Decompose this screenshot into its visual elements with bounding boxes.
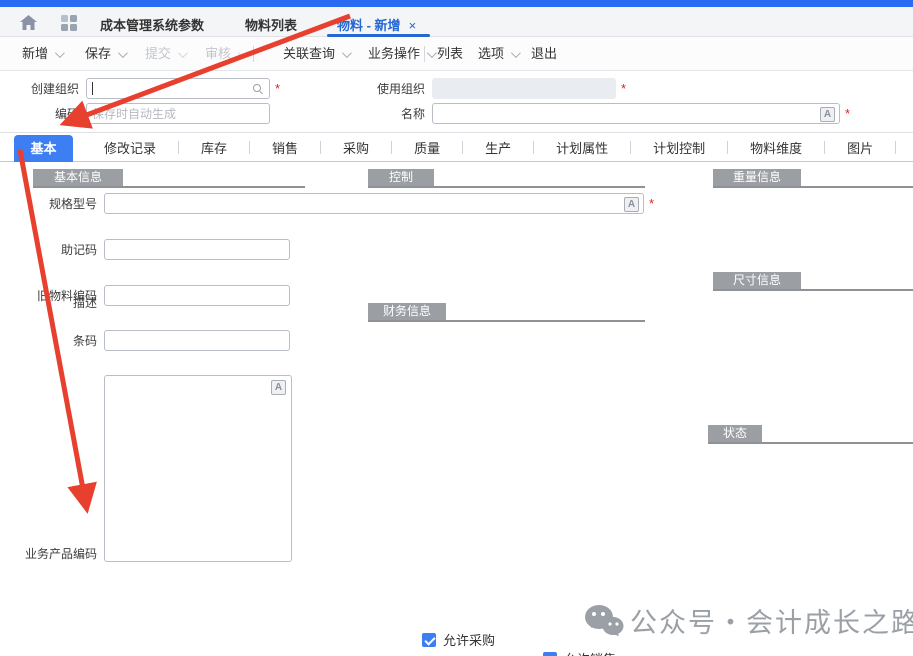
code-label: 编码	[0, 105, 86, 122]
tab-material-list[interactable]: 物料列表	[245, 14, 297, 37]
toolbar-separator	[424, 46, 425, 62]
apps-grid-icon[interactable]	[61, 15, 77, 31]
detail-tab-strip: 基本 修改记录 库存 销售 采购 质量 生产 计划属性 计划控制 物料维度 图片…	[0, 133, 913, 162]
new-button[interactable]: 新增	[22, 45, 62, 63]
code-input[interactable]: 保存时自动生成	[86, 103, 270, 124]
section-weight: 重量信息	[713, 169, 913, 188]
search-icon[interactable]	[253, 84, 261, 92]
barcode-input[interactable]	[104, 330, 290, 351]
options-button[interactable]: 选项	[478, 45, 518, 63]
chevron-down-icon	[178, 48, 188, 58]
exit-button[interactable]: 退出	[531, 45, 557, 63]
chevron-down-icon	[238, 48, 248, 58]
checkbox-checked-icon[interactable]	[422, 633, 436, 647]
tab-sales[interactable]: 销售	[250, 138, 320, 157]
tab-cost-params[interactable]: 成本管理系统参数	[100, 14, 204, 37]
chevron-down-icon	[55, 48, 65, 58]
section-status: 状态	[708, 425, 913, 444]
spec-label: 规格型号	[0, 195, 104, 212]
tab-purchase[interactable]: 采购	[321, 138, 391, 157]
tab-change-log[interactable]: 修改记录	[82, 138, 178, 157]
list-button[interactable]: 列表	[437, 45, 463, 63]
required-marker: *	[649, 193, 654, 214]
tab-quality[interactable]: 质量	[392, 138, 462, 157]
tab-material-dim[interactable]: 物料维度	[728, 138, 824, 157]
old-code-input[interactable]	[104, 285, 290, 306]
use-org-input	[432, 78, 616, 99]
app-tab-bar: 成本管理系统参数 物料列表 物料 - 新增×	[0, 7, 913, 37]
form-header: 创建组织 * 使用组织 * 编码 保存时自动生成 名称 A *	[0, 71, 913, 133]
related-query-button[interactable]: 关联查询	[283, 45, 349, 63]
save-button[interactable]: 保存	[85, 45, 125, 63]
tab-plan-control[interactable]: 计划控制	[631, 138, 727, 157]
allow-purchase-checkbox[interactable]: 允许采购	[422, 630, 913, 649]
allow-sales-checkbox[interactable]: 允许销售	[543, 649, 913, 656]
required-marker: *	[275, 78, 280, 99]
description-textarea[interactable]: A	[104, 375, 292, 562]
create-org-input[interactable]	[86, 78, 270, 99]
required-marker: *	[845, 103, 850, 124]
use-org-label: 使用组织	[368, 80, 432, 97]
tab-basic[interactable]: 基本	[14, 135, 73, 162]
biz-product-code-label: 业务产品编码	[0, 545, 104, 562]
description-label: 描述	[0, 294, 104, 311]
chevron-down-icon	[427, 48, 437, 58]
section-basic-info: 基本信息	[33, 169, 305, 188]
material-new-window: 公众号・会计成长之路 成本管理系统参数 物料列表 物料 - 新增× 新增 保存 …	[0, 0, 913, 656]
tab-plan-attr[interactable]: 计划属性	[534, 138, 630, 157]
checkbox-checked-icon[interactable]	[543, 652, 557, 656]
chevron-down-icon	[118, 48, 128, 58]
close-tab-icon[interactable]: ×	[409, 18, 417, 33]
home-icon[interactable]	[20, 15, 37, 33]
submit-button: 提交	[145, 45, 185, 63]
tab-production[interactable]: 生产	[463, 138, 533, 157]
multiline-text-icon[interactable]: A	[820, 107, 835, 122]
name-label: 名称	[368, 105, 432, 122]
browser-top-strip	[0, 0, 913, 7]
barcode-label: 条码	[0, 332, 104, 349]
chevron-down-icon	[342, 48, 352, 58]
create-org-label: 创建组织	[0, 80, 86, 97]
toolbar: 新增 保存 提交 审核 关联查询 业务操作 列表 选项 退出	[0, 37, 913, 71]
audit-button: 审核	[205, 45, 245, 63]
required-marker: *	[621, 78, 626, 99]
toolbar-separator	[253, 46, 254, 62]
chevron-down-icon	[511, 48, 521, 58]
section-control: 控制	[368, 169, 645, 188]
tab-picture[interactable]: 图片	[825, 138, 895, 157]
multiline-text-icon[interactable]: A	[271, 380, 286, 395]
mnemonic-label: 助记码	[0, 241, 104, 258]
tab-other[interactable]: 其他	[896, 138, 913, 157]
spec-input[interactable]: A	[104, 193, 644, 214]
tab-inventory[interactable]: 库存	[179, 138, 249, 157]
text-cursor	[92, 82, 93, 95]
multiline-text-icon[interactable]: A	[624, 197, 639, 212]
mnemonic-input[interactable]	[104, 239, 290, 260]
name-input[interactable]: A	[432, 103, 840, 124]
